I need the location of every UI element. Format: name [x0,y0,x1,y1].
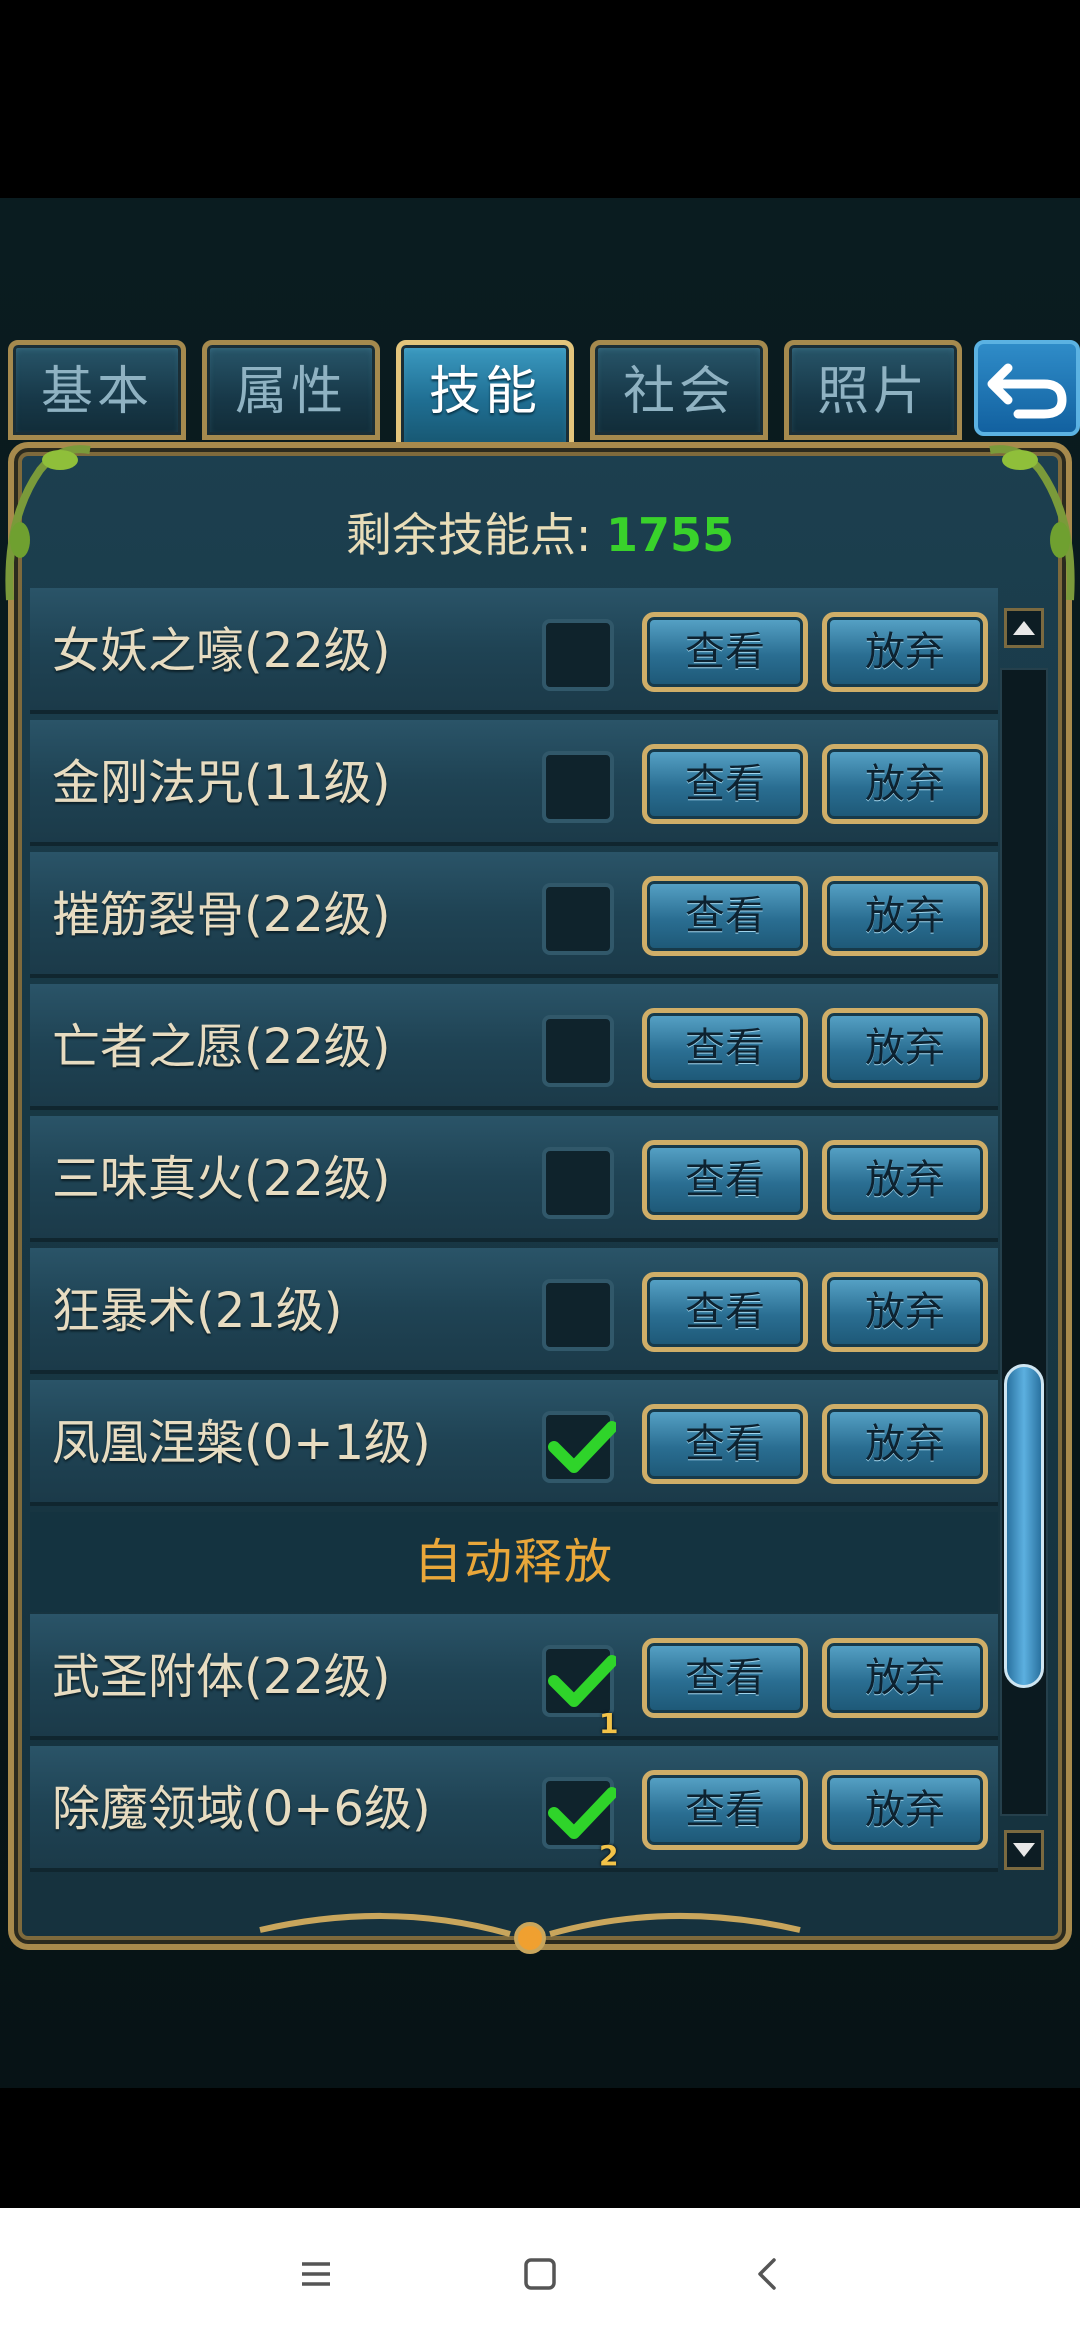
skill-name: 三味真火(22级) [52,1151,391,1207]
view-button[interactable]: 查看 [642,1638,808,1718]
drop-button[interactable]: 放弃 [822,1770,988,1850]
back-button[interactable] [974,340,1080,436]
menu-icon[interactable] [286,2244,346,2304]
skill-checkbox[interactable]: 1 [542,1645,618,1740]
skill-checkbox[interactable] [542,1147,614,1219]
gold-ornament-icon [259,1913,801,1954]
checkmark-icon [548,1787,616,1839]
drop-button[interactable]: 放弃 [822,1404,988,1484]
view-button[interactable]: 查看 [642,876,808,956]
scroll-up-button[interactable] [1004,608,1044,648]
skill-list[interactable]: 女妖之嚎(22级) 查看 放弃 金刚法咒(11级) 查看 放弃 摧筋裂骨(22级… [30,588,998,1872]
skill-points-display: 剩余技能点: 1755 [22,490,1058,580]
skill-checkbox[interactable]: 2 [542,1777,618,1872]
view-button[interactable]: 查看 [642,1404,808,1484]
checkmark-icon [548,1655,616,1707]
skill-row: 三味真火(22级) 查看 放弃 [30,1116,998,1242]
skill-row: 凤凰涅槃(0+1级) 查看 放弃 [30,1380,998,1506]
drop-button[interactable]: 放弃 [822,612,988,692]
skill-row: 武圣附体(22级) 1 查看 放弃 [30,1614,998,1740]
back-icon[interactable] [738,2244,798,2304]
scroll-down-button[interactable] [1004,1830,1044,1870]
view-button[interactable]: 查看 [642,1272,808,1352]
view-button[interactable]: 查看 [642,1770,808,1850]
skill-checkbox[interactable] [542,619,614,691]
skill-row: 金刚法咒(11级) 查看 放弃 [30,720,998,846]
tab-photos[interactable]: 照片 [784,340,962,440]
return-arrow-icon [987,363,1067,419]
drop-button[interactable]: 放弃 [822,1140,988,1220]
skill-points-label: 剩余技能点: [345,508,592,562]
skill-name: 凤凰涅槃(0+1级) [52,1415,431,1471]
scrollbar-thumb[interactable] [1004,1364,1044,1688]
system-navigation-bar [0,2208,1080,2340]
view-button[interactable]: 查看 [642,744,808,824]
drop-button[interactable]: 放弃 [822,1008,988,1088]
drop-button[interactable]: 放弃 [822,1272,988,1352]
auto-cast-section-title: 自动释放 [30,1512,998,1612]
skill-name: 女妖之嚎(22级) [52,623,391,679]
skill-checkbox[interactable] [542,751,614,823]
drop-button[interactable]: 放弃 [822,1638,988,1718]
skill-name: 除魔领域(0+6级) [52,1781,431,1837]
skill-row: 女妖之嚎(22级) 查看 放弃 [30,588,998,714]
status-bar-area [0,0,1080,198]
tab-basic[interactable]: 基本 [8,340,186,440]
skill-row: 狂暴术(21级) 查看 放弃 [30,1248,998,1374]
drop-button[interactable]: 放弃 [822,876,988,956]
skill-row: 摧筋裂骨(22级) 查看 放弃 [30,852,998,978]
skill-name: 狂暴术(21级) [52,1283,343,1339]
drop-button[interactable]: 放弃 [822,744,988,824]
skill-row: 亡者之愿(22级) 查看 放弃 [30,984,998,1110]
tab-skills[interactable]: 技能 [396,340,574,452]
view-button[interactable]: 查看 [642,1008,808,1088]
skill-checkbox[interactable] [542,1015,614,1087]
skill-checkbox[interactable] [542,1279,614,1351]
skill-name: 摧筋裂骨(22级) [52,887,391,943]
auto-slot-number: 2 [599,1839,619,1872]
skill-checkbox[interactable] [542,883,614,955]
tab-attributes[interactable]: 属性 [202,340,380,440]
skill-name: 亡者之愿(22级) [52,1019,391,1075]
bottom-black-area [0,2088,1080,2208]
view-button[interactable]: 查看 [642,612,808,692]
view-button[interactable]: 查看 [642,1140,808,1220]
arrow-down-icon [1013,1843,1035,1857]
skill-name: 金刚法咒(11级) [52,755,391,811]
auto-slot-number: 1 [599,1707,619,1740]
arrow-up-icon [1013,621,1035,635]
skill-checkbox[interactable] [542,1411,616,1483]
checkmark-icon [548,1421,616,1473]
skill-points-value: 1755 [606,508,735,562]
home-icon[interactable] [510,2244,570,2304]
skill-name: 武圣附体(22级) [52,1649,391,1705]
skill-row: 除魔领域(0+6级) 2 查看 放弃 [30,1746,998,1872]
tab-social[interactable]: 社会 [590,340,768,440]
